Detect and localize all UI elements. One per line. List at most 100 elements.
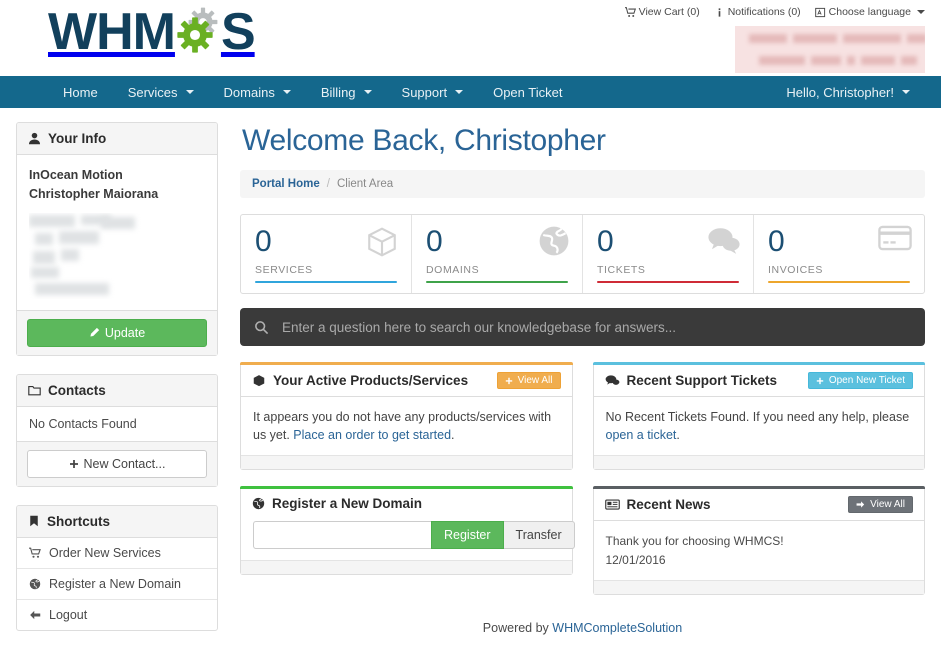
stat-label: INVOICES: [768, 264, 823, 276]
contacts-empty-text: No Contacts Found: [29, 416, 137, 431]
news-footer: [593, 580, 924, 595]
shortcut-label: Logout: [49, 607, 88, 622]
comments-icon: [707, 225, 741, 258]
news-view-all-label: View All: [870, 499, 905, 511]
tickets-text-before: No Recent Tickets Found. If you need any…: [605, 410, 910, 424]
notifications-link[interactable]: Notifications (0): [714, 6, 801, 18]
sidebar-item-register-domain[interactable]: Register a New Domain: [17, 567, 217, 599]
products-body: It appears you do not have any products/…: [241, 397, 572, 455]
sidebar-item-logout[interactable]: Logout: [17, 598, 217, 630]
globe-icon: [252, 497, 265, 510]
globe-icon: [29, 578, 41, 590]
update-label: Update: [104, 325, 146, 340]
contacts-header: Contacts: [17, 374, 217, 407]
stat-underline: [255, 281, 397, 283]
nav-item-billing[interactable]: Billing: [306, 76, 387, 108]
open-new-ticket-button[interactable]: Open New Ticket: [807, 372, 913, 389]
choose-language-label: Choose language: [828, 6, 911, 18]
shortcuts-title: Shortcuts: [47, 513, 111, 529]
header-utility-links: View Cart (0) Notifications (0) Choose l…: [624, 6, 925, 18]
products-header: Your Active Products/Services View All: [241, 365, 572, 397]
news-view-all-button[interactable]: View All: [848, 496, 913, 514]
chevron-down-icon: [917, 10, 925, 14]
client-name: Christopher Maiorana: [29, 186, 159, 201]
account-menu-button[interactable]: Hello, Christopher!: [771, 76, 925, 108]
knowledgebase-search[interactable]: [240, 308, 925, 346]
panel-recent-news: Recent News View All Thank you for choos…: [592, 486, 925, 611]
news-title: Recent News: [626, 497, 711, 513]
view-cart-label: View Cart (0): [638, 6, 700, 18]
domain-title: Register a New Domain: [272, 496, 423, 512]
stats-row: 0 SERVICES 0 DOMAINS 0 TICKETS 0 INVOICE…: [240, 214, 925, 294]
breadcrumb-portal-home[interactable]: Portal Home: [252, 178, 320, 190]
panels-row-two: Register a New Domain Register Transfer: [240, 486, 925, 611]
logo-text-left: WHM: [48, 3, 176, 61]
news-body: Thank you for choosing WHMCS! 12/01/2016: [594, 521, 925, 580]
navbar-menu: Home Services Domains Billing Support Op…: [48, 76, 577, 108]
domain-input[interactable]: [253, 521, 431, 550]
view-cart-link[interactable]: View Cart (0): [624, 6, 700, 18]
open-a-ticket-link[interactable]: open a ticket: [606, 428, 677, 442]
panel-active-products: Your Active Products/Services View All I…: [240, 362, 573, 486]
search-icon: [254, 320, 269, 335]
domain-footer: [241, 560, 572, 575]
logo-gear-icon: [175, 6, 221, 58]
info-icon: [718, 7, 721, 17]
stat-underline: [597, 281, 739, 283]
account-label: Hello, Christopher!: [786, 84, 894, 100]
shortcuts-list: Order New Services Register a New Domain: [17, 538, 217, 630]
globe-icon: [538, 225, 570, 260]
new-contact-button[interactable]: New Contact...: [27, 449, 207, 478]
chevron-down-icon: [282, 90, 291, 94]
whmcs-logo[interactable]: WHM S: [48, 3, 256, 61]
nav-label: Home: [63, 84, 98, 100]
user-icon: [28, 132, 41, 145]
cart-icon: [29, 547, 41, 559]
products-footer: [241, 455, 572, 470]
search-input[interactable]: [280, 318, 911, 336]
register-button[interactable]: Register: [431, 521, 504, 550]
products-view-all-label: View All: [517, 375, 553, 386]
choose-language-link[interactable]: Choose language: [814, 6, 925, 18]
stat-underline: [768, 281, 910, 283]
comments-icon: [605, 374, 620, 387]
stat-tickets[interactable]: 0 TICKETS: [582, 215, 753, 293]
box-icon: [252, 374, 266, 388]
nav-label: Services: [127, 84, 178, 100]
page-body: Your Info InOcean Motion Christopher Mai…: [0, 108, 941, 649]
nav-label: Open Ticket: [493, 84, 563, 100]
arrow-left-icon: [29, 609, 41, 621]
main-content: Welcome Back, Christopher Portal Home / …: [240, 122, 925, 649]
nav-label: Domains: [223, 84, 275, 100]
nav-item-home[interactable]: Home: [48, 76, 113, 108]
main-navbar: Home Services Domains Billing Support Op…: [0, 76, 941, 108]
products-view-all-button[interactable]: View All: [496, 372, 561, 389]
chevron-down-icon: [902, 90, 910, 94]
nav-item-services[interactable]: Services: [113, 76, 209, 108]
nav-item-support[interactable]: Support: [387, 76, 479, 108]
products-title: Your Active Products/Services: [273, 373, 469, 388]
domain-search-row: Register Transfer: [253, 521, 575, 550]
stat-domains[interactable]: 0 DOMAINS: [411, 215, 582, 293]
newspaper-icon: [604, 498, 620, 511]
notifications-label: Notifications (0): [727, 6, 801, 18]
nav-item-domains[interactable]: Domains: [209, 76, 306, 108]
tickets-text-after: .: [676, 428, 680, 443]
domain-body: Register Transfer: [241, 513, 575, 560]
folder-icon: [28, 384, 41, 397]
cart-icon: [624, 6, 636, 17]
update-button[interactable]: Update: [27, 318, 207, 347]
stat-invoices[interactable]: 0 INVOICES: [753, 215, 924, 293]
header-banner-redacted: [735, 26, 925, 73]
products-text-after: .: [451, 428, 455, 443]
whmcs-footer-link[interactable]: WHMCompleteSolution: [552, 621, 682, 635]
nav-item-open-ticket[interactable]: Open Ticket: [478, 76, 577, 108]
place-an-order-link[interactable]: Place an order to get started: [293, 428, 451, 442]
sidebar: Your Info InOcean Motion Christopher Mai…: [16, 122, 218, 649]
stat-services[interactable]: 0 SERVICES: [241, 215, 411, 293]
transfer-button[interactable]: Transfer: [503, 521, 575, 550]
stat-underline: [426, 281, 568, 283]
language-icon: [814, 7, 825, 17]
gear-green-icon: [177, 17, 213, 53]
sidebar-item-order-new-services[interactable]: Order New Services: [17, 538, 217, 568]
